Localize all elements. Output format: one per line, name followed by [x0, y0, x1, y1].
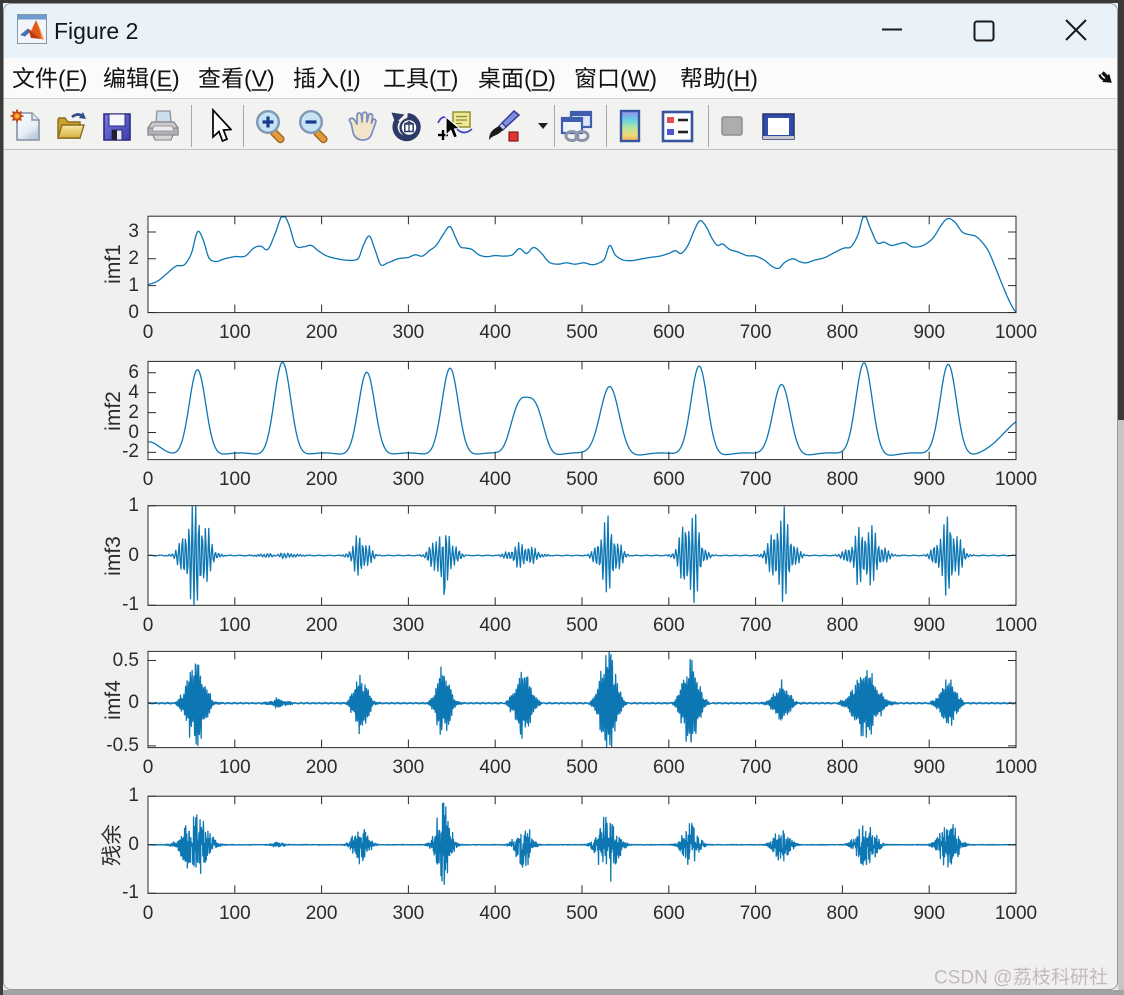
svg-text:(F): (F)	[58, 66, 87, 92]
svg-text:(D): (D)	[524, 66, 556, 92]
svg-text:(T): (T)	[429, 66, 458, 92]
svg-text:(V): (V)	[244, 66, 275, 92]
svg-text:(W): (W)	[620, 66, 657, 92]
svg-text:(I): (I)	[339, 66, 361, 92]
svg-text:(E): (E)	[149, 66, 180, 92]
svg-text:(H): (H)	[726, 66, 758, 92]
svg-text:CSDN @: CSDN @	[934, 968, 1012, 989]
